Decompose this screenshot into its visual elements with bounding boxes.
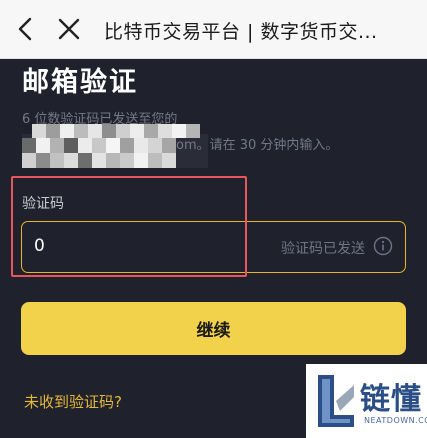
hint-line-2: om。请在 30 分钟内输入。 [176,138,339,153]
site-watermark: 链懂 NEATDOWN.COM [306,364,427,438]
annotation-highlight-box [11,176,247,277]
watermark-logo-icon [314,371,358,431]
info-circle-icon[interactable] [373,236,393,256]
watermark-url: NEATDOWN.COM [364,416,427,425]
watermark-name: 链懂 [360,382,422,417]
code-sent-status: 验证码已发送 [281,241,365,257]
verify-heading: 邮箱验证 [22,67,138,98]
browser-topbar: 比特币交易平台 | 数字货币交... [0,0,427,59]
resend-code-link[interactable]: 未收到验证码? [24,391,122,412]
page-title: 比特币交易平台 | 数字货币交... [104,21,378,43]
close-icon[interactable] [55,15,83,43]
chevron-left-icon[interactable] [12,15,40,43]
continue-button[interactable]: 继续 [21,302,406,355]
